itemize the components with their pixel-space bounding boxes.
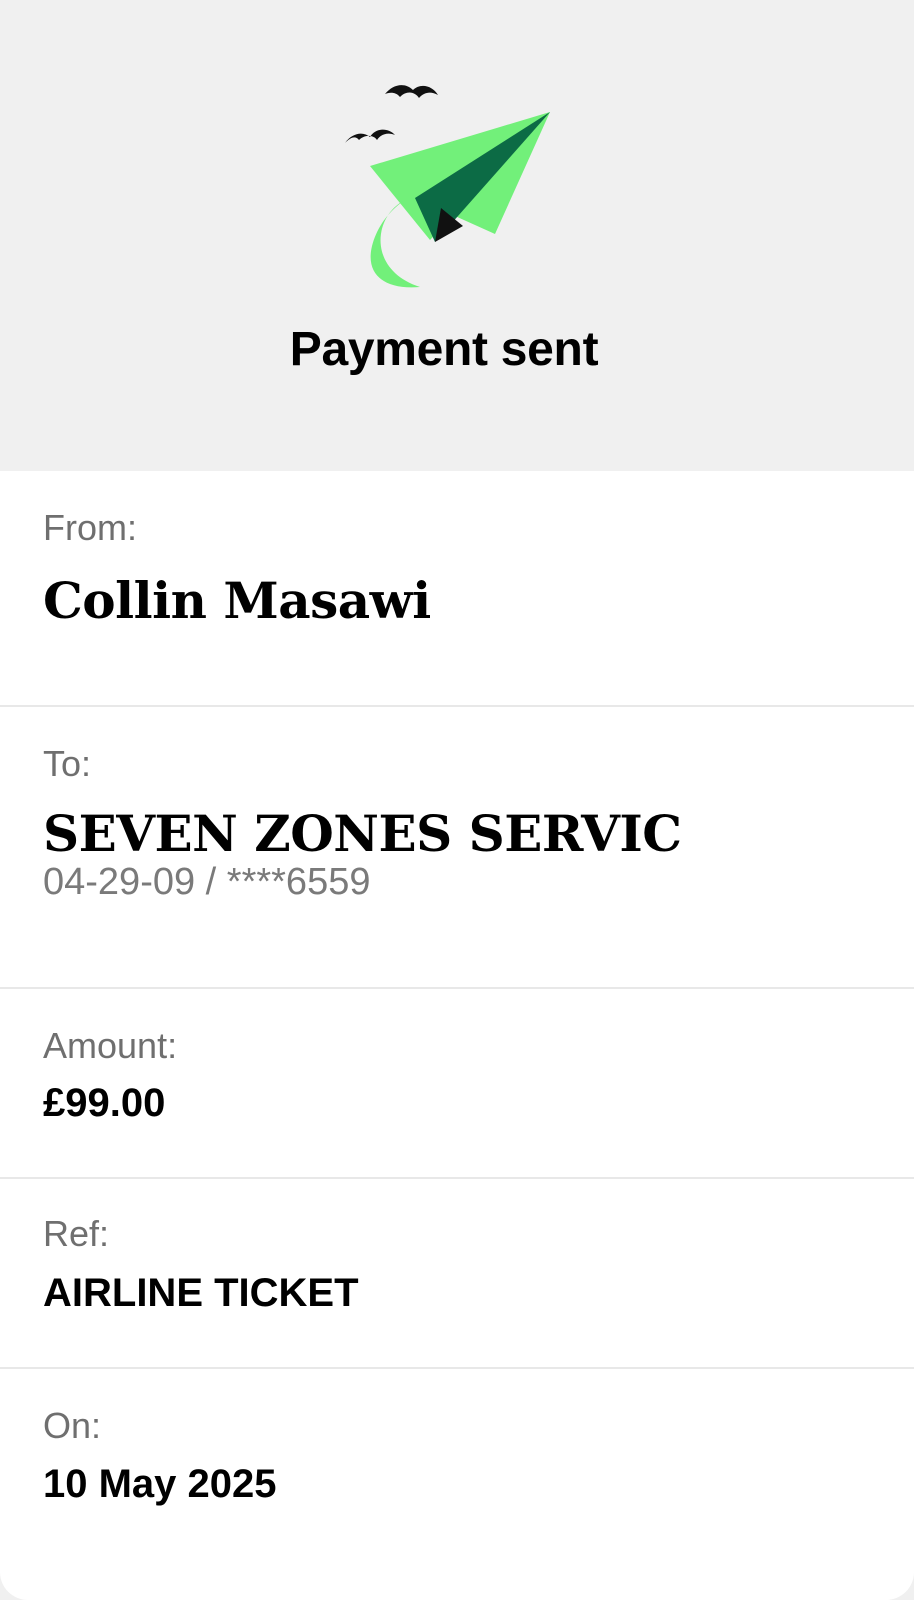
payment-confirmation-screen: Payment sent From: Collin Masawi To: SEV… <box>0 0 914 1600</box>
payment-details-card: From: Collin Masawi To: SEVEN ZONES SERV… <box>0 471 914 1600</box>
reference-label: Ref: <box>43 1213 110 1254</box>
payment-header: Payment sent <box>0 0 914 471</box>
from-label: From: <box>43 507 137 548</box>
to-label: To: <box>43 743 92 784</box>
amount-section: Amount: £99.00 <box>0 989 914 1179</box>
date-label: On: <box>43 1405 102 1446</box>
to-value: SEVEN ZONES SERVIC <box>43 804 682 863</box>
from-value: Collin Masawi <box>43 571 431 630</box>
amount-label: Amount: <box>43 1025 178 1066</box>
recipient-account-details: 04-29-09 / ****6559 <box>43 861 371 903</box>
date-value: 10 May 2025 <box>43 1462 277 1506</box>
payment-status-title: Payment sent <box>289 323 599 376</box>
reference-section: Ref: AIRLINE TICKET <box>0 1179 914 1369</box>
from-section: From: Collin Masawi <box>0 471 914 707</box>
amount-value: £99.00 <box>43 1081 166 1125</box>
to-section: To: SEVEN ZONES SERVIC 04-29-09 / ****65… <box>0 707 914 989</box>
reference-value: AIRLINE TICKET <box>43 1271 359 1315</box>
paper-plane-with-birds-icon <box>345 85 550 288</box>
date-section: On: 10 May 2025 <box>0 1369 914 1600</box>
